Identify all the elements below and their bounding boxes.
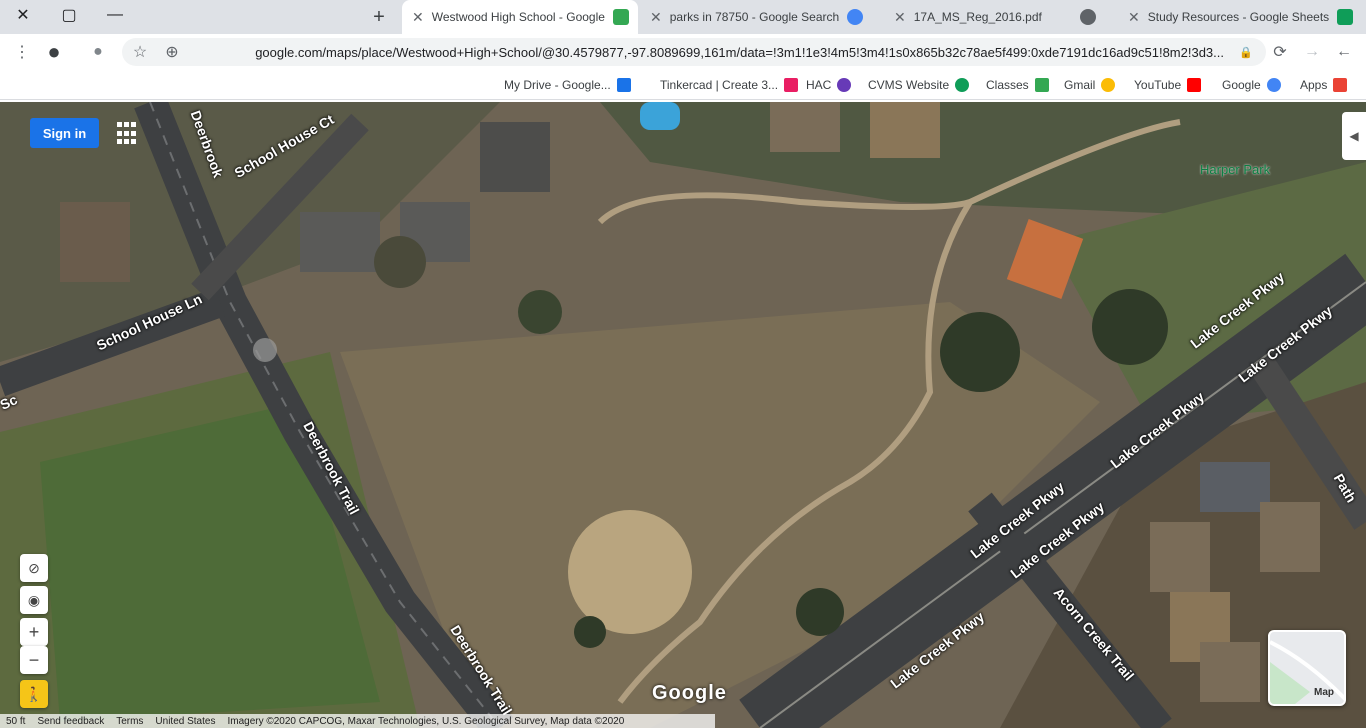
bookmark-google[interactable]: Google bbox=[1222, 77, 1281, 93]
tab-pdf[interactable]: ✕ 17A_MS_Reg_2016.pdf bbox=[884, 0, 1114, 34]
tab-close-icon[interactable]: ✕ bbox=[1128, 9, 1148, 26]
bookmark-apps[interactable]: Apps bbox=[1300, 77, 1348, 93]
profile-icon[interactable]: ● bbox=[40, 38, 68, 66]
hac-icon bbox=[837, 78, 852, 92]
minimize-window-button[interactable]: — bbox=[92, 0, 138, 30]
tinkercad-icon bbox=[784, 78, 799, 92]
bookmark-star-icon[interactable]: ☆ bbox=[126, 38, 154, 66]
satellite-imagery bbox=[0, 102, 1366, 728]
tab-label: Westwood High School - Google bbox=[431, 10, 605, 24]
bookmark-classes[interactable]: Classes bbox=[986, 77, 1049, 93]
tab-parks[interactable]: ✕ parks in 78750 - Google Search bbox=[640, 0, 880, 34]
lock-icon: 🔒 bbox=[1239, 46, 1253, 59]
tab-strip: ✕ ▢ — + ✕ Westwood High School - Google … bbox=[0, 0, 1366, 34]
youtube-icon bbox=[1187, 78, 1202, 92]
region-label[interactable]: United States bbox=[149, 716, 221, 727]
browser-toolbar: ⋮ ● ● ☆ ⊕ google.com/maps/place/Westwood… bbox=[0, 34, 1366, 70]
globe-favicon-icon bbox=[1080, 9, 1096, 25]
google-logo: Google bbox=[652, 682, 727, 704]
url-text: google.com/maps/place/Westwood+High+Scho… bbox=[255, 45, 1224, 60]
new-tab-button[interactable]: + bbox=[366, 4, 392, 30]
drive-icon bbox=[616, 78, 631, 92]
bookmark-cvms[interactable]: CVMS Website bbox=[868, 77, 970, 93]
reload-icon[interactable]: ⟳ bbox=[1266, 38, 1294, 66]
zoom-icon[interactable]: ⊕ bbox=[158, 38, 186, 66]
classroom-icon bbox=[1034, 78, 1049, 92]
bookmark-gmail[interactable]: Gmail bbox=[1064, 77, 1116, 93]
zoom-in-button[interactable]: + bbox=[20, 618, 48, 646]
cvms-icon bbox=[955, 78, 970, 92]
compass-icon[interactable]: ⊘ bbox=[20, 554, 48, 582]
tab-close-icon[interactable]: ✕ bbox=[412, 9, 432, 26]
attribution-text: Imagery ©2020 CAPCOG, Maxar Technologies… bbox=[227, 715, 625, 727]
gmail-icon bbox=[1101, 78, 1116, 92]
extension-icon[interactable]: ● bbox=[84, 38, 112, 66]
tab-westwood[interactable]: ✕ Westwood High School - Google bbox=[402, 0, 638, 34]
send-feedback-link[interactable]: Send feedback bbox=[31, 716, 110, 727]
map-footer: 50 ft Send feedback Terms United States … bbox=[0, 714, 715, 728]
map-type-toggle[interactable]: Map bbox=[1268, 630, 1346, 706]
pegman-icon[interactable]: 🚶 bbox=[20, 680, 48, 708]
bookmarks-bar: Apps Google YouTube Gmail Classes CVMS W… bbox=[0, 70, 1366, 100]
maps-favicon-icon bbox=[612, 9, 629, 25]
tab-close-icon[interactable]: ✕ bbox=[650, 9, 670, 26]
back-icon[interactable]: ← bbox=[1330, 38, 1358, 66]
menu-icon[interactable]: ⋮ bbox=[8, 38, 36, 66]
zoom-out-button[interactable]: − bbox=[20, 646, 48, 674]
map-type-label: Map bbox=[1314, 687, 1334, 698]
terms-link[interactable]: Terms bbox=[110, 716, 149, 727]
apps-grid-icon bbox=[1333, 78, 1348, 92]
map-thumbnail-icon bbox=[1270, 640, 1344, 704]
bookmark-tinkercad[interactable]: Tinkercad | Create 3... bbox=[660, 77, 799, 93]
close-window-button[interactable]: ✕ bbox=[0, 0, 46, 30]
google-icon bbox=[1266, 78, 1281, 92]
bookmark-youtube[interactable]: YouTube bbox=[1134, 77, 1202, 93]
collapse-panel-button[interactable]: ◀ bbox=[1342, 112, 1366, 160]
scale-bar[interactable]: 50 ft bbox=[0, 716, 31, 727]
tab-label: 17A_MS_Reg_2016.pdf bbox=[913, 10, 1042, 24]
park-label-harper-park[interactable]: Harper Park bbox=[1200, 162, 1270, 177]
sheets-favicon-icon bbox=[1337, 9, 1354, 25]
my-location-icon[interactable]: ◉ bbox=[20, 586, 48, 614]
tab-close-icon[interactable]: ✕ bbox=[894, 9, 914, 26]
sign-in-button[interactable]: Sign in bbox=[30, 118, 99, 148]
restore-window-button[interactable]: ▢ bbox=[46, 0, 92, 30]
tab-label: parks in 78750 - Google Search bbox=[669, 10, 840, 24]
address-bar[interactable]: ☆ ⊕ google.com/maps/place/Westwood+High+… bbox=[122, 38, 1266, 66]
forward-icon[interactable]: → bbox=[1298, 38, 1326, 66]
tab-sheets[interactable]: ✕ Study Resources - Google Sheets bbox=[1118, 0, 1366, 34]
browser-chrome: ✕ ▢ — + ✕ Westwood High School - Google … bbox=[0, 0, 1366, 102]
google-favicon-icon bbox=[847, 9, 864, 25]
bookmark-drive[interactable]: My Drive - Google... bbox=[504, 77, 631, 93]
google-apps-icon[interactable] bbox=[117, 122, 141, 146]
tab-label: Study Resources - Google Sheets bbox=[1147, 10, 1330, 24]
satellite-map[interactable]: Deerbrook School House Ct School House L… bbox=[0, 102, 1366, 728]
bookmark-hac[interactable]: HAC bbox=[806, 77, 852, 93]
